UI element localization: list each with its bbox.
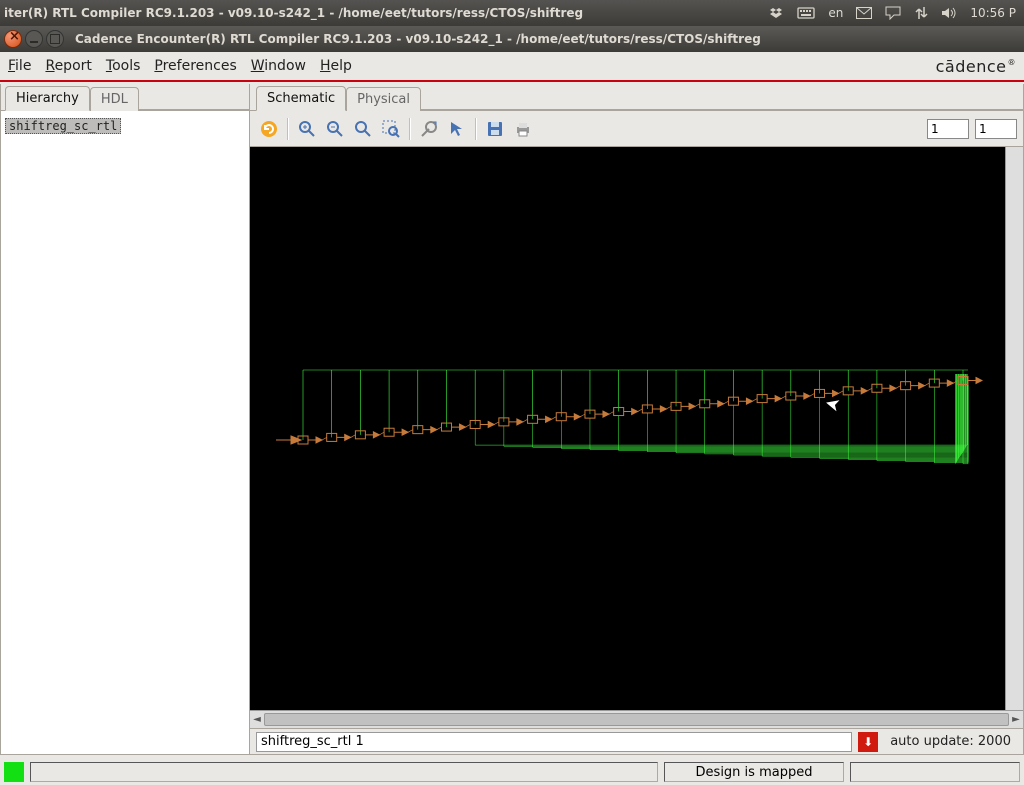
sidebar: Hierarchy HDL shiftreg_sc_rtl <box>0 84 250 755</box>
zoom-out-icon[interactable] <box>322 116 348 142</box>
window-minimize-button[interactable] <box>25 30 43 48</box>
brand-logo: cādence <box>936 57 1016 76</box>
tree-item-shiftreg[interactable]: shiftreg_sc_rtl <box>5 118 121 134</box>
vertical-scrollbar[interactable] <box>1005 147 1023 710</box>
menu-window[interactable]: Window <box>251 58 306 74</box>
menu-tools[interactable]: Tools <box>106 58 141 74</box>
find-icon[interactable] <box>416 116 442 142</box>
window-maximize-button[interactable] <box>46 30 64 48</box>
auto-update-label: auto update: 2000 <box>884 734 1017 749</box>
panel-title: iter(R) RTL Compiler RC9.1.203 - v09.10-… <box>4 6 768 20</box>
toolbar-input-b[interactable] <box>975 119 1017 139</box>
menu-help[interactable]: Help <box>320 58 352 74</box>
network-icon[interactable] <box>914 6 928 20</box>
desktop-panel: iter(R) RTL Compiler RC9.1.203 - v09.10-… <box>0 0 1024 26</box>
message-box[interactable] <box>30 762 658 782</box>
zoom-fit-icon[interactable] <box>350 116 376 142</box>
volume-icon[interactable] <box>941 6 957 20</box>
save-icon[interactable] <box>482 116 508 142</box>
menu-preferences[interactable]: Preferences <box>154 58 236 74</box>
download-icon[interactable]: ⬇ <box>858 732 878 752</box>
menu-file[interactable]: File <box>8 58 31 74</box>
chat-icon[interactable] <box>885 6 901 20</box>
tab-hdl[interactable]: HDL <box>90 87 139 111</box>
tab-hierarchy[interactable]: Hierarchy <box>5 86 90 111</box>
scrollbar-thumb[interactable] <box>264 713 1009 726</box>
refresh-icon[interactable] <box>256 116 282 142</box>
toolbar-input-a[interactable] <box>927 119 969 139</box>
mail-icon[interactable] <box>856 7 872 19</box>
clock-label[interactable]: 10:56 P <box>970 6 1016 20</box>
keyboard-layout-label[interactable]: en <box>828 6 843 20</box>
window-title: Cadence Encounter(R) RTL Compiler RC9.1.… <box>75 32 761 46</box>
dropbox-icon[interactable] <box>768 5 784 21</box>
system-tray: en 10:56 P <box>768 5 1020 21</box>
hierarchy-tree[interactable]: shiftreg_sc_rtl <box>1 111 249 754</box>
design-status: Design is mapped <box>664 762 844 782</box>
app-statusbar: Design is mapped <box>0 759 1024 785</box>
zoom-in-icon[interactable] <box>294 116 320 142</box>
window-titlebar[interactable]: Cadence Encounter(R) RTL Compiler RC9.1.… <box>0 26 1024 52</box>
select-icon[interactable] <box>444 116 470 142</box>
window-close-button[interactable] <box>4 30 22 48</box>
menu-report[interactable]: Report <box>45 58 91 74</box>
print-icon[interactable] <box>510 116 536 142</box>
scroll-right-icon[interactable]: ► <box>1009 711 1023 728</box>
schematic-drawing <box>278 372 968 467</box>
keyboard-icon[interactable] <box>797 6 815 20</box>
status-extra <box>850 762 1020 782</box>
menu-bar: File Report Tools Preferences Window Hel… <box>0 52 1024 82</box>
tab-schematic[interactable]: Schematic <box>256 86 346 111</box>
horizontal-scrollbar[interactable]: ◄ ► <box>250 710 1023 728</box>
schematic-canvas[interactable]: ➤ <box>250 147 1005 710</box>
status-path[interactable]: shiftreg_sc_rtl 1 <box>256 732 852 752</box>
status-light-icon <box>4 762 24 782</box>
schematic-statusbar: shiftreg_sc_rtl 1 ⬇ auto update: 2000 <box>250 728 1023 754</box>
zoom-select-icon[interactable] <box>378 116 404 142</box>
scroll-left-icon[interactable]: ◄ <box>250 711 264 728</box>
schematic-toolbar <box>250 111 1023 147</box>
main-pane: Schematic Physical ➤ <box>250 84 1024 755</box>
tab-physical[interactable]: Physical <box>346 87 421 111</box>
